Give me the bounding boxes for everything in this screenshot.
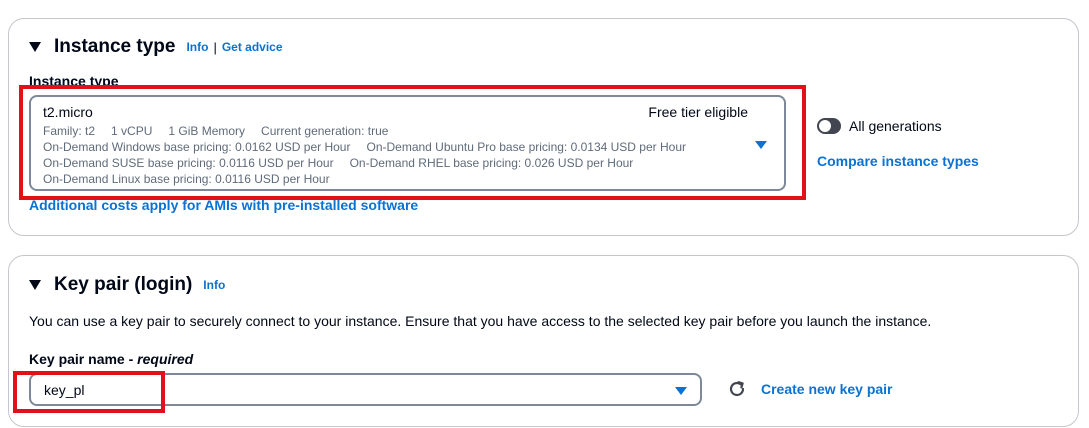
key-pair-description: You can use a key pair to securely conne…	[29, 313, 932, 329]
suse-pricing: On-Demand SUSE base pricing: 0.0116 USD …	[43, 156, 334, 170]
family-text: Family: t2	[43, 124, 96, 138]
selected-instance-name: t2.micro	[43, 104, 93, 120]
instance-type-header[interactable]: Instance type Info | Get advice	[29, 36, 283, 58]
vcpu-text: 1 vCPU	[111, 124, 153, 138]
ubuntu-pro-pricing: On-Demand Ubuntu Pro base pricing: 0.013…	[366, 140, 686, 154]
section-title: Key pair (login)	[54, 274, 193, 295]
selected-key-pair: key_pl	[44, 382, 85, 398]
required-label: required	[137, 351, 194, 367]
ami-costs-link[interactable]: Additional costs apply for AMIs with pre…	[29, 197, 418, 213]
instance-specs: Family: t2 1 vCPU 1 GiB Memory Current gene…	[43, 124, 388, 138]
instance-type-label: Instance type	[29, 73, 119, 89]
dropdown-arrow-icon[interactable]	[755, 141, 767, 149]
generation-text: Current generation: true	[261, 124, 389, 138]
key-pair-header[interactable]: Key pair (login) Info	[29, 274, 225, 296]
free-tier-badge: Free tier eligible	[648, 104, 748, 120]
all-generations-label: All generations	[849, 118, 942, 134]
rhel-pricing: On-Demand RHEL base pricing: 0.026 USD p…	[349, 156, 634, 170]
pricing-line-2: On-Demand SUSE base pricing: 0.0116 USD …	[43, 156, 633, 170]
toggle-knob	[819, 120, 831, 132]
dropdown-arrow-icon[interactable]	[675, 387, 687, 395]
caret-down-icon[interactable]	[29, 280, 41, 290]
info-link[interactable]: Info	[186, 40, 208, 54]
section-title: Instance type	[54, 36, 176, 57]
key-pair-panel: Key pair (login) Info You can use a key …	[8, 255, 1079, 427]
pricing-line-3: On-Demand Linux base pricing: 0.0116 USD…	[43, 172, 330, 186]
windows-pricing: On-Demand Windows base pricing: 0.0162 U…	[43, 140, 351, 154]
create-key-pair-link[interactable]: Create new key pair	[761, 381, 893, 397]
refresh-icon[interactable]	[728, 380, 746, 398]
all-generations-toggle[interactable]	[817, 118, 841, 134]
header-separator: |	[213, 39, 217, 55]
instance-type-select[interactable]: t2.micro Free tier eligible Family: t2 1 …	[29, 95, 786, 191]
instance-type-panel: Instance type Info | Get advice Instance…	[8, 18, 1079, 236]
key-pair-label-text: Key pair name -	[29, 351, 138, 367]
get-advice-link[interactable]: Get advice	[222, 40, 283, 54]
key-pair-name-label: Key pair name - required	[29, 351, 193, 367]
caret-down-icon[interactable]	[29, 42, 41, 52]
compare-instance-types-link[interactable]: Compare instance types	[817, 153, 979, 169]
info-link[interactable]: Info	[203, 278, 225, 292]
key-pair-select[interactable]: key_pl	[29, 373, 702, 406]
pricing-line-1: On-Demand Windows base pricing: 0.0162 U…	[43, 140, 686, 154]
memory-text: 1 GiB Memory	[168, 124, 246, 138]
linux-pricing: On-Demand Linux base pricing: 0.0116 USD…	[43, 172, 330, 186]
